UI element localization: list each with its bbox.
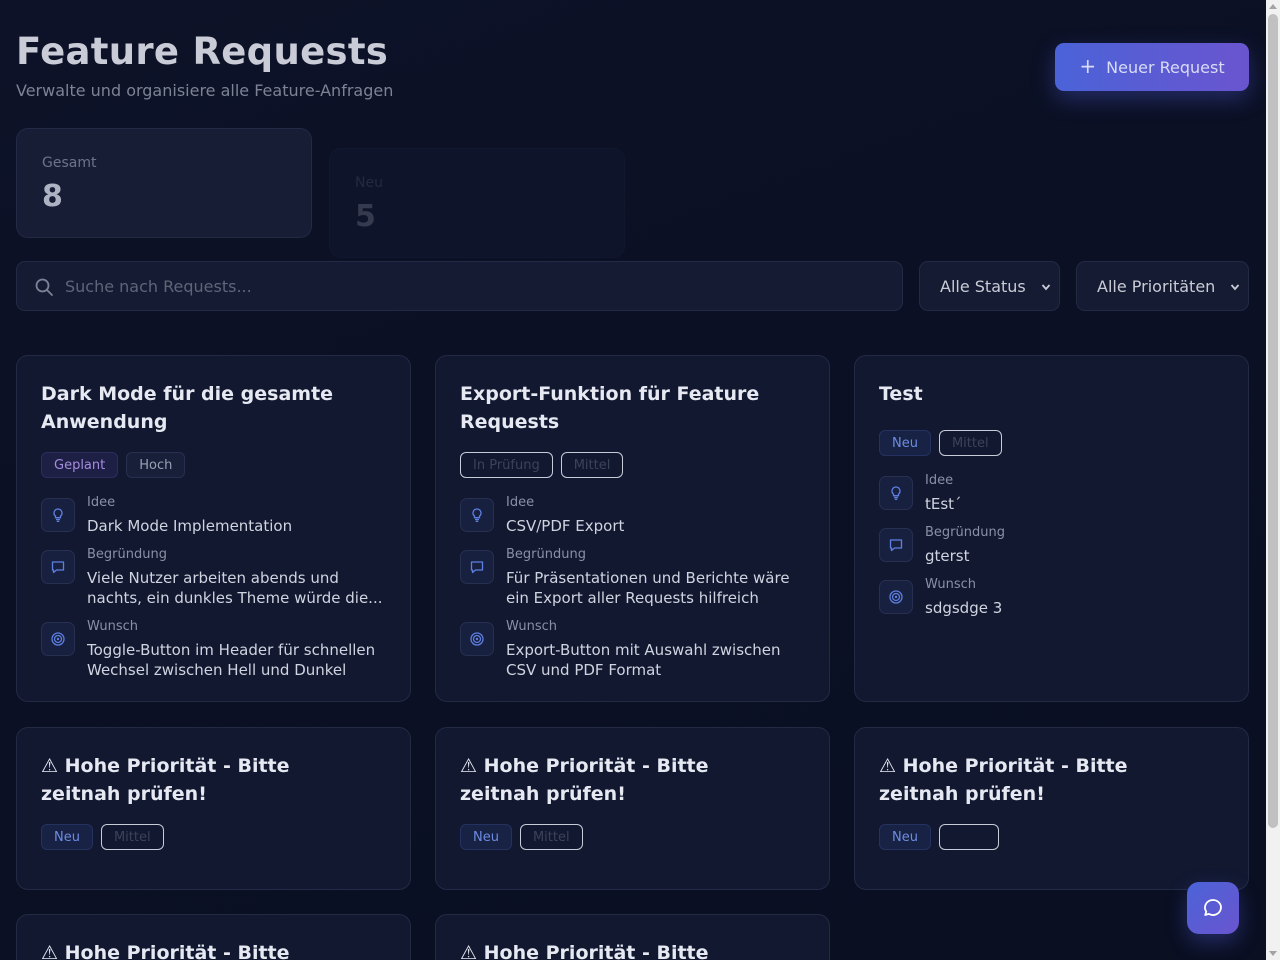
card-title: Test — [879, 383, 923, 405]
priority-badge: Mittel — [519, 824, 583, 850]
field-value: sdgsdge 3 — [925, 599, 1003, 617]
stat-new: Neu 5 — [329, 148, 625, 258]
field-value: Für Präsentationen und Berichte wäre ein… — [506, 569, 790, 607]
field-label: Idee — [506, 495, 535, 510]
card-title: ⚠ Hohe Priorität - Bitte zeitnah prüfen! — [879, 755, 1128, 805]
priority-badge: Mittel — [100, 824, 164, 850]
card-title: Export-Funktion für Feature Requests — [460, 383, 760, 433]
field-value: gterst — [925, 547, 970, 565]
request-card[interactable]: Test Neu Mittel Idee tEst´ Begründung gt… — [854, 355, 1249, 702]
status-badge: Neu — [460, 824, 512, 850]
priority-badge: Mittel — [938, 430, 1002, 456]
lightbulb-icon — [460, 498, 494, 532]
page-subtitle: Verwalte und organisiere alle Feature-An… — [16, 81, 394, 100]
stat-label: Gesamt — [42, 155, 97, 171]
field-value: Viele Nutzer arbeiten abends und nachts,… — [87, 569, 383, 607]
card-title: ⚠ Hohe Priorität - Bitte zeitnah prüfen! — [460, 755, 709, 805]
search-input[interactable] — [65, 262, 885, 310]
page-title: Feature Requests — [16, 30, 389, 73]
field-label: Idee — [87, 495, 116, 510]
field-label: Begründung — [925, 525, 1005, 540]
priority-badge: Mittel — [560, 452, 624, 478]
target-icon — [879, 580, 913, 614]
field-value: Toggle-Button im Header für schnellen We… — [87, 641, 376, 679]
card-title: ⚠ Hohe Priorität - Bitte — [460, 942, 709, 960]
stat-value: 8 — [42, 179, 63, 214]
field-label: Wunsch — [506, 619, 558, 634]
lightbulb-icon — [41, 498, 75, 532]
request-card[interactable]: ⚠ Hohe Priorität - Bitte zeitnah prüfen!… — [435, 727, 830, 890]
page: Feature Requests Verwalte und organisier… — [0, 0, 1266, 960]
field-label: Wunsch — [925, 577, 977, 592]
request-card[interactable]: ⚠ Hohe Priorität - Bitte — [435, 914, 830, 960]
search-box — [16, 261, 903, 311]
message-icon — [879, 528, 913, 562]
message-icon — [460, 550, 494, 584]
priority-filter-value: Alle Prioritäten — [1097, 276, 1216, 296]
target-icon — [460, 622, 494, 656]
field-label: Begründung — [87, 547, 167, 562]
search-icon — [35, 278, 53, 296]
status-badge: Neu — [879, 824, 931, 850]
chevron-down-icon — [1041, 284, 1051, 291]
new-request-label: Neuer Request — [1106, 57, 1225, 77]
field-value: CSV/PDF Export — [506, 517, 625, 535]
status-filter-value: Alle Status — [940, 276, 1026, 296]
scroll-down-arrow-icon[interactable] — [1269, 951, 1277, 956]
message-icon — [41, 550, 75, 584]
status-filter-select[interactable]: Alle Status — [919, 261, 1060, 311]
field-label: Idee — [925, 473, 954, 488]
target-icon — [41, 622, 75, 656]
status-badge: Neu — [879, 430, 931, 456]
scroll-up-arrow-icon[interactable] — [1269, 4, 1277, 9]
status-badge: In Prüfung — [460, 452, 553, 478]
plus-icon: + — [1079, 54, 1097, 78]
field-label: Begründung — [506, 547, 586, 562]
stat-value: 5 — [355, 199, 376, 234]
status-badge: Neu — [41, 824, 93, 850]
card-title: ⚠ Hohe Priorität - Bitte — [41, 942, 290, 960]
lightbulb-icon — [879, 476, 913, 510]
chevron-down-icon — [1230, 284, 1240, 291]
priority-badge — [938, 824, 999, 850]
request-card[interactable]: Dark Mode für die gesamte Anwendung Gepl… — [16, 355, 411, 702]
stat-total: Gesamt 8 — [16, 128, 312, 238]
request-card[interactable]: Export-Funktion für Feature Requests In … — [435, 355, 830, 702]
page-scrollbar[interactable] — [1266, 0, 1280, 960]
field-value: Export-Button mit Auswahl zwischen CSV u… — [506, 641, 781, 679]
chat-icon — [1204, 899, 1222, 916]
priority-badge: Hoch — [126, 452, 186, 478]
field-label: Wunsch — [87, 619, 139, 634]
field-value: tEst´ — [925, 495, 962, 513]
scrollbar-thumb[interactable] — [1268, 14, 1278, 828]
request-card[interactable]: ⚠ Hohe Priorität - Bitte zeitnah prüfen!… — [854, 727, 1249, 890]
chat-button[interactable] — [1187, 882, 1239, 934]
card-title: ⚠ Hohe Priorität - Bitte zeitnah prüfen! — [41, 755, 290, 805]
priority-filter-select[interactable]: Alle Prioritäten — [1076, 261, 1249, 311]
card-title: Dark Mode für die gesamte Anwendung — [41, 383, 334, 433]
status-badge: Geplant — [41, 452, 119, 478]
stat-label: Neu — [355, 175, 383, 191]
field-value: Dark Mode Implementation — [87, 517, 293, 535]
request-card[interactable]: ⚠ Hohe Priorität - Bitte — [16, 914, 411, 960]
request-card[interactable]: ⚠ Hohe Priorität - Bitte zeitnah prüfen!… — [16, 727, 411, 890]
new-request-button[interactable]: + Neuer Request — [1055, 43, 1249, 91]
